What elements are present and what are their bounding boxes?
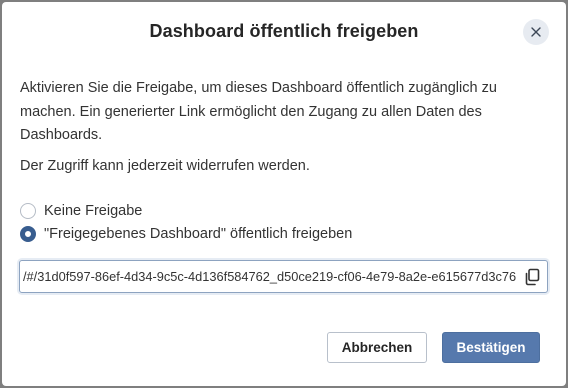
radio-checked[interactable]: [20, 226, 36, 242]
radio-unchecked[interactable]: [20, 203, 36, 219]
option-label: Keine Freigabe: [44, 203, 143, 219]
copy-icon[interactable]: [523, 268, 541, 286]
option-label: "Freigegebenes Dashboard" öffentlich fre…: [44, 226, 353, 242]
option-public-share[interactable]: "Freigegebenes Dashboard" öffentlich fre…: [20, 223, 352, 245]
dialog-description: Aktivieren Sie die Freigabe, um dieses D…: [20, 80, 497, 143]
cancel-button[interactable]: Abbrechen: [327, 332, 427, 363]
confirm-button[interactable]: Bestätigen: [442, 332, 540, 363]
option-no-share[interactable]: Keine Freigabe: [20, 200, 142, 222]
revoke-note: Der Zugriff kann jederzeit widerrufen we…: [20, 158, 310, 174]
share-link-value[interactable]: /#/31d0f597-86ef-4d34-9c5c-4d136f584762_…: [23, 261, 517, 292]
share-dashboard-dialog: Dashboard öffentlich freigeben Aktiviere…: [2, 2, 566, 386]
close-button[interactable]: [523, 19, 549, 45]
close-icon: [531, 27, 541, 37]
share-link-field[interactable]: /#/31d0f597-86ef-4d34-9c5c-4d136f584762_…: [19, 260, 548, 293]
dialog-title: Dashboard öffentlich freigeben: [149, 21, 419, 41]
